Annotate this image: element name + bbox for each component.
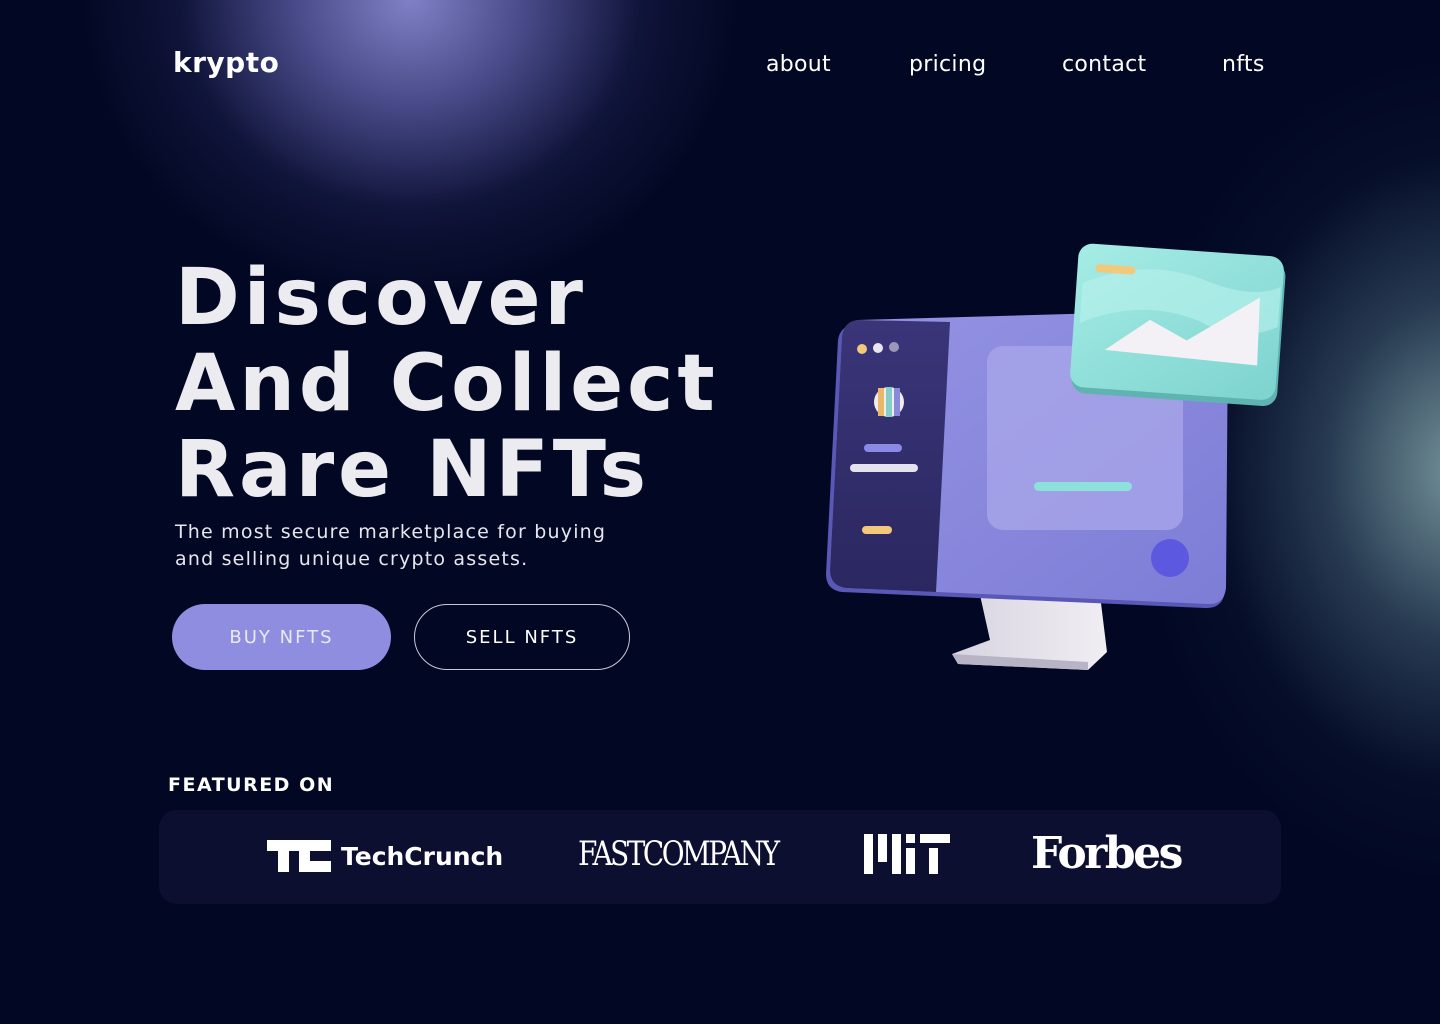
sidebar-pill xyxy=(862,526,892,534)
mit-mark-icon xyxy=(864,834,950,874)
window-dot-icon xyxy=(889,342,899,352)
nft-monitor-illustration xyxy=(826,243,1286,670)
mit-logo xyxy=(864,834,950,878)
hero-title-line: Rare NFTs xyxy=(175,425,651,515)
window-dot-icon xyxy=(857,344,867,354)
nav-link-nfts[interactable]: nfts xyxy=(1222,50,1265,80)
image-card xyxy=(1070,243,1286,406)
techcrunch-logo: TechCrunch xyxy=(267,838,503,874)
buy-nfts-button[interactable]: BUY NFTS xyxy=(172,604,391,670)
nav-link-about[interactable]: about xyxy=(766,50,831,80)
techcrunch-mark-icon xyxy=(267,840,331,872)
monitor-sidebar xyxy=(830,320,950,592)
screen-card-line xyxy=(1034,482,1132,491)
sidebar-line xyxy=(850,464,918,472)
techcrunch-wordmark: TechCrunch xyxy=(341,841,504,871)
monitor-stand xyxy=(952,595,1107,670)
forbes-logo: Forbes xyxy=(1031,828,1183,879)
nav-link-contact[interactable]: contact xyxy=(1062,50,1146,80)
hero-title-line: Discover xyxy=(175,253,587,343)
hero-title: Discover And Collect Rare NFTs xyxy=(175,255,719,513)
featured-label: FEATURED ON xyxy=(168,774,335,796)
sell-nfts-button[interactable]: SELL NFTS xyxy=(414,604,630,670)
fastcompany-logo: FASTCOMPANY xyxy=(578,834,780,874)
avatar-icon xyxy=(874,387,904,417)
sidebar-line xyxy=(864,444,902,452)
window-dot-icon xyxy=(873,343,883,353)
nav-link-pricing[interactable]: pricing xyxy=(909,50,986,80)
main-nav: about pricing contact nfts xyxy=(0,50,1440,84)
hero-title-line: And Collect xyxy=(175,339,719,429)
screen-dot xyxy=(1151,539,1189,577)
hero-subtitle: The most secure marketplace for buying a… xyxy=(175,521,607,570)
